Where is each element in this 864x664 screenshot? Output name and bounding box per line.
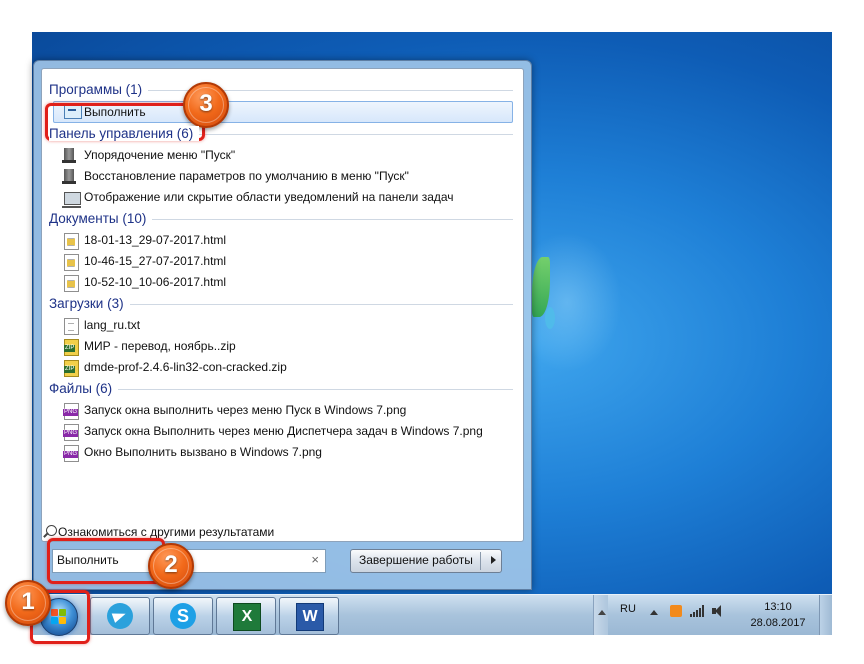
result-item[interactable]: dmde-prof-2.4.6-lin32-con-cracked.zip (60, 357, 513, 378)
wallpaper-leaf (545, 307, 555, 329)
show-hidden-icons-icon[interactable] (650, 610, 658, 615)
word-icon: W (296, 603, 324, 631)
search-results: Программы (1) Выполнить Панель управлени… (42, 79, 523, 463)
png-file-icon (63, 424, 79, 441)
clear-search-icon[interactable]: × (311, 552, 319, 567)
result-item-label: lang_ru.txt (84, 318, 141, 332)
taskbar: S X W RU 13:10 28.08.2017 (32, 594, 832, 636)
taskbar-app-word[interactable]: W (279, 597, 339, 635)
html-file-icon (64, 254, 79, 271)
search-icon (46, 525, 57, 536)
result-item-label: Выполнить (84, 105, 146, 119)
png-file-icon (63, 403, 79, 420)
result-item-label: Упорядочение меню "Пуск" (84, 148, 236, 162)
step-badge-3: 3 (183, 82, 229, 128)
divider (480, 552, 481, 570)
show-desktop-button[interactable] (819, 595, 832, 635)
group-header-label: Загрузки (3) (49, 296, 130, 311)
clock-time: 13:10 (764, 601, 792, 613)
result-item-label: Окно Выполнить вызвано в Windows 7.png (84, 445, 322, 459)
language-indicator[interactable]: RU (620, 603, 636, 615)
result-item-run[interactable]: Выполнить (53, 101, 513, 123)
group-header-files: Файлы (6) (49, 378, 513, 400)
result-item-label: МИР - перевод, ноябрь..zip (84, 339, 236, 353)
group-header-label: Файлы (6) (49, 381, 119, 396)
group-header-control-panel: Панель управления (6) (49, 123, 513, 145)
group-header-label: Документы (10) (49, 211, 153, 226)
result-item[interactable]: 10-52-10_10-06-2017.html (60, 272, 513, 293)
result-item[interactable]: Окно Выполнить вызвано в Windows 7.png (60, 442, 513, 463)
result-item[interactable]: Упорядочение меню "Пуск" (60, 145, 513, 166)
skype-icon: S (170, 603, 196, 629)
group-header-label: Панель управления (6) (49, 126, 200, 141)
control-panel-icon (62, 169, 76, 184)
badge-ring (188, 87, 224, 123)
taskbar-app-telegram[interactable] (90, 597, 150, 635)
step-badge-2: 2 (148, 543, 194, 589)
taskbar-app-skype[interactable]: S (153, 597, 213, 635)
windows-logo-icon (51, 609, 67, 625)
start-menu: Программы (1) Выполнить Панель управлени… (33, 60, 532, 590)
result-item-label: Отображение или скрытие области уведомле… (84, 190, 454, 204)
antivirus-icon[interactable] (670, 605, 682, 617)
result-item[interactable]: Запуск окна Выполнить через меню Диспетч… (60, 421, 513, 442)
group-header-programs: Программы (1) (49, 79, 513, 101)
shutdown-options-arrow-icon[interactable] (491, 556, 496, 564)
result-item-label: 10-52-10_10-06-2017.html (84, 275, 227, 289)
taskbar-scroll-arrow-icon[interactable] (593, 595, 608, 635)
run-icon (64, 105, 82, 119)
result-item-label: Запуск окна Выполнить через меню Диспетч… (84, 424, 483, 438)
text-file-icon (64, 318, 79, 335)
html-file-icon (64, 275, 79, 292)
volume-icon[interactable] (712, 605, 726, 617)
clock-date: 28.08.2017 (750, 617, 806, 629)
result-item-label: dmde-prof-2.4.6-lin32-con-cracked.zip (84, 360, 287, 374)
result-item-label: Запуск окна выполнить через меню Пуск в … (84, 403, 407, 417)
clock[interactable]: 13:10 28.08.2017 (748, 599, 808, 631)
result-item[interactable]: Отображение или скрытие области уведомле… (60, 187, 513, 208)
result-item-label: Восстановление параметров по умолчанию в… (84, 169, 409, 183)
shutdown-label: Завершение работы (359, 553, 473, 567)
result-item-label: 18-01-13_29-07-2017.html (84, 233, 227, 247)
step-badge-1: 1 (5, 580, 51, 626)
network-icon[interactable] (690, 605, 704, 617)
group-header-documents: Документы (10) (49, 208, 513, 230)
monitor-icon (62, 192, 81, 208)
shutdown-button[interactable]: Завершение работы (350, 549, 502, 573)
see-more-results-link[interactable]: Ознакомиться с другими результатами (46, 524, 275, 540)
see-more-results-label: Ознакомиться с другими результатами (58, 525, 275, 539)
badge-ring (153, 548, 189, 584)
badge-ring (10, 585, 46, 621)
search-results-panel: Программы (1) Выполнить Панель управлени… (41, 68, 524, 542)
group-header-downloads: Загрузки (3) (49, 293, 513, 315)
result-item[interactable]: Запуск окна выполнить через меню Пуск в … (60, 400, 513, 421)
result-item[interactable]: Восстановление параметров по умолчанию в… (60, 166, 513, 187)
control-panel-icon (62, 148, 76, 163)
excel-icon: X (233, 603, 261, 631)
result-item[interactable]: МИР - перевод, ноябрь..zip (60, 336, 513, 357)
html-file-icon (64, 233, 79, 250)
divider (49, 389, 513, 390)
taskbar-app-excel[interactable]: X (216, 597, 276, 635)
result-item[interactable]: 18-01-13_29-07-2017.html (60, 230, 513, 251)
result-item-label: 10-46-15_27-07-2017.html (84, 254, 227, 268)
zip-file-icon (64, 339, 79, 356)
group-header-label: Программы (1) (49, 82, 149, 97)
result-item[interactable]: lang_ru.txt (60, 315, 513, 336)
result-item[interactable]: 10-46-15_27-07-2017.html (60, 251, 513, 272)
png-file-icon (63, 445, 79, 462)
telegram-icon (107, 603, 133, 629)
zip-file-icon (64, 360, 79, 377)
